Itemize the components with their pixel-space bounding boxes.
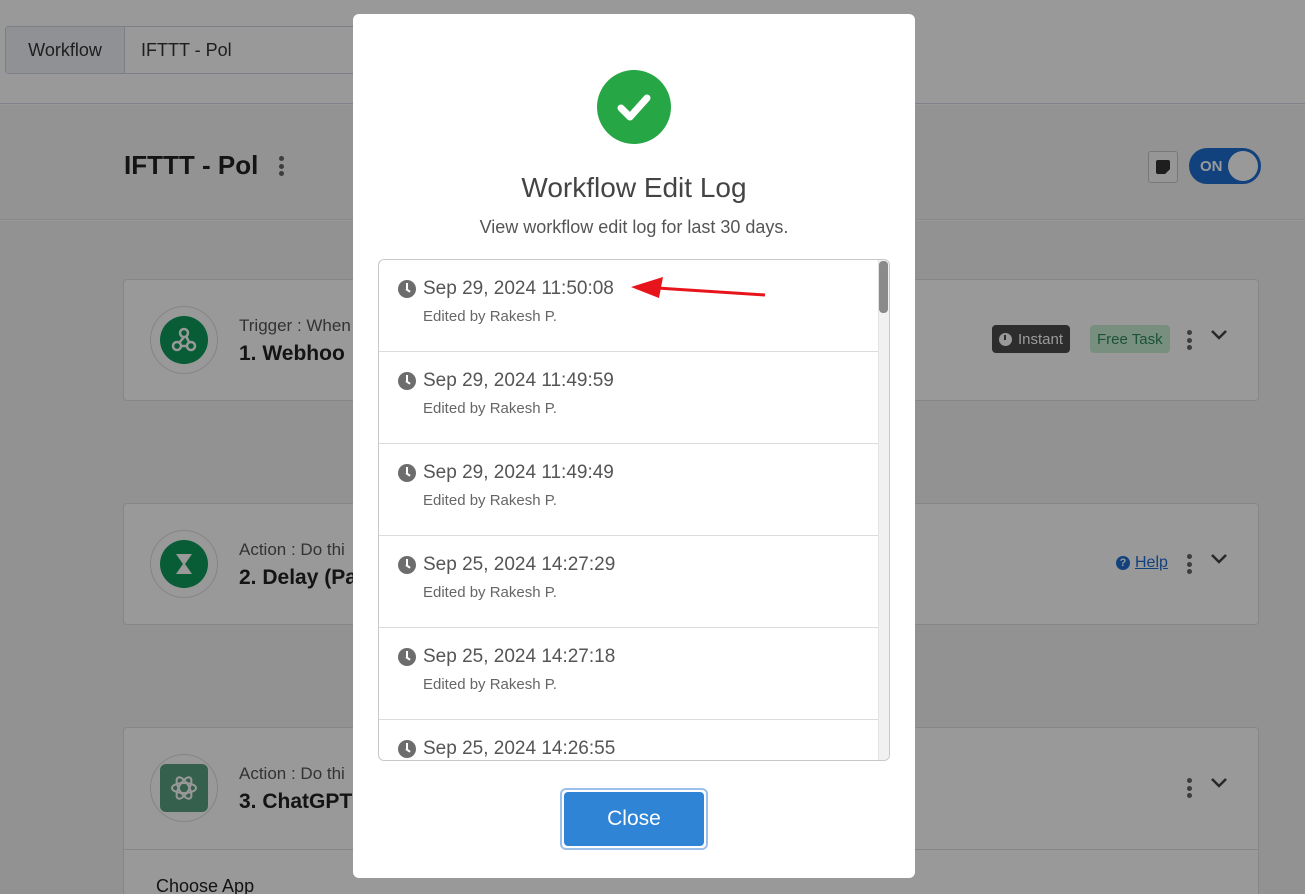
log-entry[interactable]: Sep 25, 2024 14:26:55 (379, 720, 879, 760)
clock-icon (398, 372, 416, 390)
clock-icon (398, 280, 416, 298)
scrollbar[interactable] (878, 260, 889, 760)
log-timestamp: Sep 29, 2024 11:49:59 (423, 370, 614, 391)
log-entry[interactable]: Sep 25, 2024 14:27:18 Edited by Rakesh P… (379, 628, 879, 720)
clock-icon (398, 740, 416, 758)
log-entry[interactable]: Sep 29, 2024 11:49:49 Edited by Rakesh P… (379, 444, 879, 536)
clock-icon (398, 464, 416, 482)
log-editor: Edited by Rakesh P. (423, 676, 557, 693)
log-timestamp: Sep 25, 2024 14:27:29 (423, 554, 616, 575)
log-timestamp: Sep 29, 2024 11:49:49 (423, 462, 614, 483)
modal-title: Workflow Edit Log (521, 172, 747, 203)
log-timestamp: Sep 25, 2024 14:26:55 (423, 738, 616, 759)
log-timestamp: Sep 29, 2024 11:50:08 (423, 278, 614, 299)
close-button-focus-ring: Close (560, 788, 708, 850)
log-editor: Edited by Rakesh P. (423, 584, 557, 601)
scrollbar-thumb[interactable] (879, 261, 888, 313)
log-entry[interactable]: Sep 29, 2024 11:49:59 Edited by Rakesh P… (379, 352, 879, 444)
clock-icon (398, 556, 416, 574)
edit-log-modal: Workflow Edit Log View workflow edit log… (353, 14, 915, 878)
success-check-icon (597, 70, 671, 144)
edit-log-list[interactable]: Sep 29, 2024 11:50:08 Edited by Rakesh P… (378, 259, 890, 761)
close-button[interactable]: Close (564, 792, 704, 846)
log-editor: Edited by Rakesh P. (423, 308, 557, 325)
log-editor: Edited by Rakesh P. (423, 492, 557, 509)
clock-icon (398, 648, 416, 666)
annotation-arrow-icon (631, 277, 766, 298)
log-entry[interactable]: Sep 25, 2024 14:27:29 Edited by Rakesh P… (379, 536, 879, 628)
log-editor: Edited by Rakesh P. (423, 400, 557, 417)
log-entry[interactable]: Sep 29, 2024 11:50:08 Edited by Rakesh P… (379, 260, 879, 352)
modal-subtitle: View workflow edit log for last 30 days. (479, 217, 789, 237)
log-timestamp: Sep 25, 2024 14:27:18 (423, 646, 616, 667)
